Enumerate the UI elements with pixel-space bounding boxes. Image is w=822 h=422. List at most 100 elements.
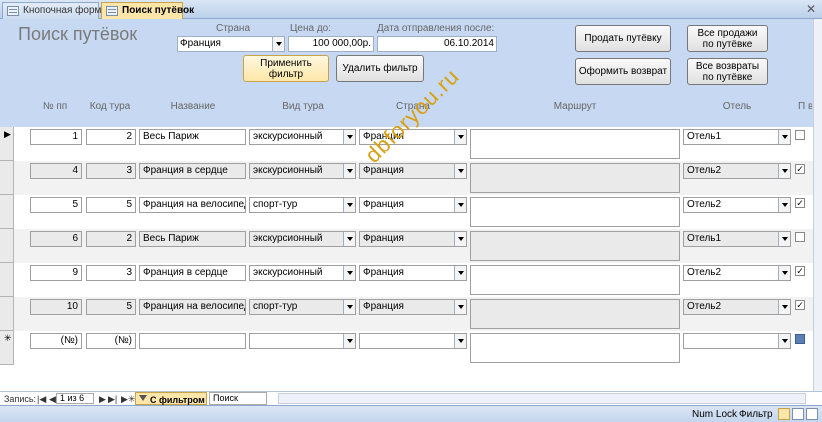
chevron-down-icon[interactable] [343,232,355,246]
cell-country-select[interactable]: Франция [359,299,467,315]
cell-route[interactable] [470,163,680,193]
cell-num[interactable]: 5 [30,197,82,213]
row-checkbox[interactable]: ✓ [795,300,805,310]
cell-hotel-select[interactable]: Отель2 [683,265,791,281]
record-selector[interactable] [0,161,14,195]
tab-switchboard[interactable]: Кнопочная форма [2,2,107,19]
layout-view-icon[interactable] [806,408,818,420]
cell-name[interactable] [139,333,246,349]
cell-route[interactable] [470,265,680,295]
apply-filter-button[interactable]: Применить фильтр [243,55,329,82]
chevron-down-icon[interactable] [454,232,466,246]
chevron-down-icon[interactable] [778,334,790,348]
form-view-icon[interactable] [778,408,790,420]
cell-hotel-select[interactable]: Отель1 [683,129,791,145]
chevron-down-icon[interactable] [343,130,355,144]
cell-hotel-select[interactable]: Отель1 [683,231,791,247]
cell-code[interactable]: 5 [86,299,136,315]
cell-num[interactable]: 9 [30,265,82,281]
filter-toggle[interactable]: С фильтром [135,392,207,405]
cell-num[interactable]: 6 [30,231,82,247]
chevron-down-icon[interactable] [272,37,284,51]
cell-hotel-select[interactable]: Отель2 [683,163,791,179]
cell-name[interactable]: Франция в сердце [139,163,246,179]
chevron-down-icon[interactable] [454,130,466,144]
cell-route[interactable] [470,197,680,227]
close-icon[interactable]: ✕ [806,2,816,16]
cell-num[interactable]: 10 [30,299,82,315]
record-selector[interactable]: ▶ [0,127,14,161]
chevron-down-icon[interactable] [778,300,790,314]
record-selector[interactable] [0,195,14,229]
row-checkbox[interactable] [795,232,805,242]
cell-hotel-select[interactable]: Отель2 [683,299,791,315]
record-selector[interactable] [0,263,14,297]
cell-country-select[interactable]: Франция [359,231,467,247]
cell-num[interactable]: (№) [30,333,82,349]
cell-type-select[interactable] [249,333,356,349]
chevron-down-icon[interactable] [778,164,790,178]
tab-tour-search[interactable]: Поиск путёвок [101,2,194,19]
cell-name[interactable]: Франция на велосипеде [139,197,246,213]
chevron-down-icon[interactable] [454,164,466,178]
chevron-down-icon[interactable] [343,164,355,178]
last-record-icon[interactable]: ▶| [108,394,117,405]
new-record-row[interactable]: ✳ (№) (№) [0,331,813,365]
sell-voucher-button[interactable]: Продать путёвку [575,25,671,52]
cell-name[interactable]: Франция в сердце [139,265,246,281]
chevron-down-icon[interactable] [778,130,790,144]
cell-type-select[interactable]: экскурсионный [249,231,356,247]
remove-filter-button[interactable]: Удалить фильтр [336,55,424,82]
cell-name[interactable]: Весь Париж [139,129,246,145]
record-selector[interactable] [0,297,14,331]
chevron-down-icon[interactable] [454,334,466,348]
chevron-down-icon[interactable] [343,266,355,280]
table-row[interactable]: 5 5 Франция на велосипеде спорт-тур Фран… [0,195,813,229]
all-sales-button[interactable]: Все продажи по путёвке [687,25,768,52]
cell-type-select[interactable]: экскурсионный [249,265,356,281]
new-record-nav-icon[interactable]: ▶✳ [121,394,135,405]
chevron-down-icon[interactable] [454,266,466,280]
table-row[interactable]: 9 3 Франция в сердце экскурсионный Франц… [0,263,813,297]
cell-route[interactable] [470,333,680,363]
cell-num[interactable]: 4 [30,163,82,179]
cell-hotel-select[interactable] [683,333,791,349]
return-voucher-button[interactable]: Оформить возврат [575,58,671,85]
cell-country-select[interactable]: Франция [359,265,467,281]
chevron-down-icon[interactable] [454,198,466,212]
chevron-down-icon[interactable] [778,198,790,212]
cell-code[interactable]: 3 [86,163,136,179]
cell-type-select[interactable]: экскурсионный [249,163,356,179]
row-checkbox[interactable] [795,130,805,140]
cell-code[interactable]: 5 [86,197,136,213]
cell-code[interactable]: 2 [86,129,136,145]
cell-code[interactable]: 3 [86,265,136,281]
chevron-down-icon[interactable] [454,300,466,314]
cell-name[interactable]: Франция на велосипеде [139,299,246,315]
horizontal-scrollbar[interactable] [278,393,806,404]
date-filter-input[interactable]: 06.10.2014 [377,36,497,52]
cell-route[interactable] [470,231,680,261]
table-row[interactable]: 6 2 Весь Париж экскурсионный Франция Оте… [0,229,813,263]
row-checkbox[interactable]: ✓ [795,164,805,174]
cell-num[interactable]: 1 [30,129,82,145]
cell-code[interactable]: 2 [86,231,136,247]
search-input[interactable]: Поиск [209,392,267,405]
cell-type-select[interactable]: спорт-тур [249,197,356,213]
table-row[interactable]: 10 5 Франция на велосипеде спорт-тур Фра… [0,297,813,331]
current-record-input[interactable]: 1 из 6 [56,393,94,404]
row-checkbox[interactable]: ✓ [795,198,805,208]
cell-route[interactable] [470,129,680,159]
chevron-down-icon[interactable] [343,334,355,348]
previous-record-icon[interactable]: ◀ [49,394,56,405]
cell-country-select[interactable]: Франция [359,197,467,213]
cell-route[interactable] [470,299,680,329]
cell-type-select[interactable]: экскурсионный [249,129,356,145]
chevron-down-icon[interactable] [343,300,355,314]
chevron-down-icon[interactable] [778,232,790,246]
table-row[interactable]: 4 3 Франция в сердце экскурсионный Франц… [0,161,813,195]
record-selector[interactable]: ✳ [0,331,14,365]
datasheet-view-icon[interactable] [792,408,804,420]
row-checkbox[interactable]: ✓ [795,266,805,276]
cell-type-select[interactable]: спорт-тур [249,299,356,315]
